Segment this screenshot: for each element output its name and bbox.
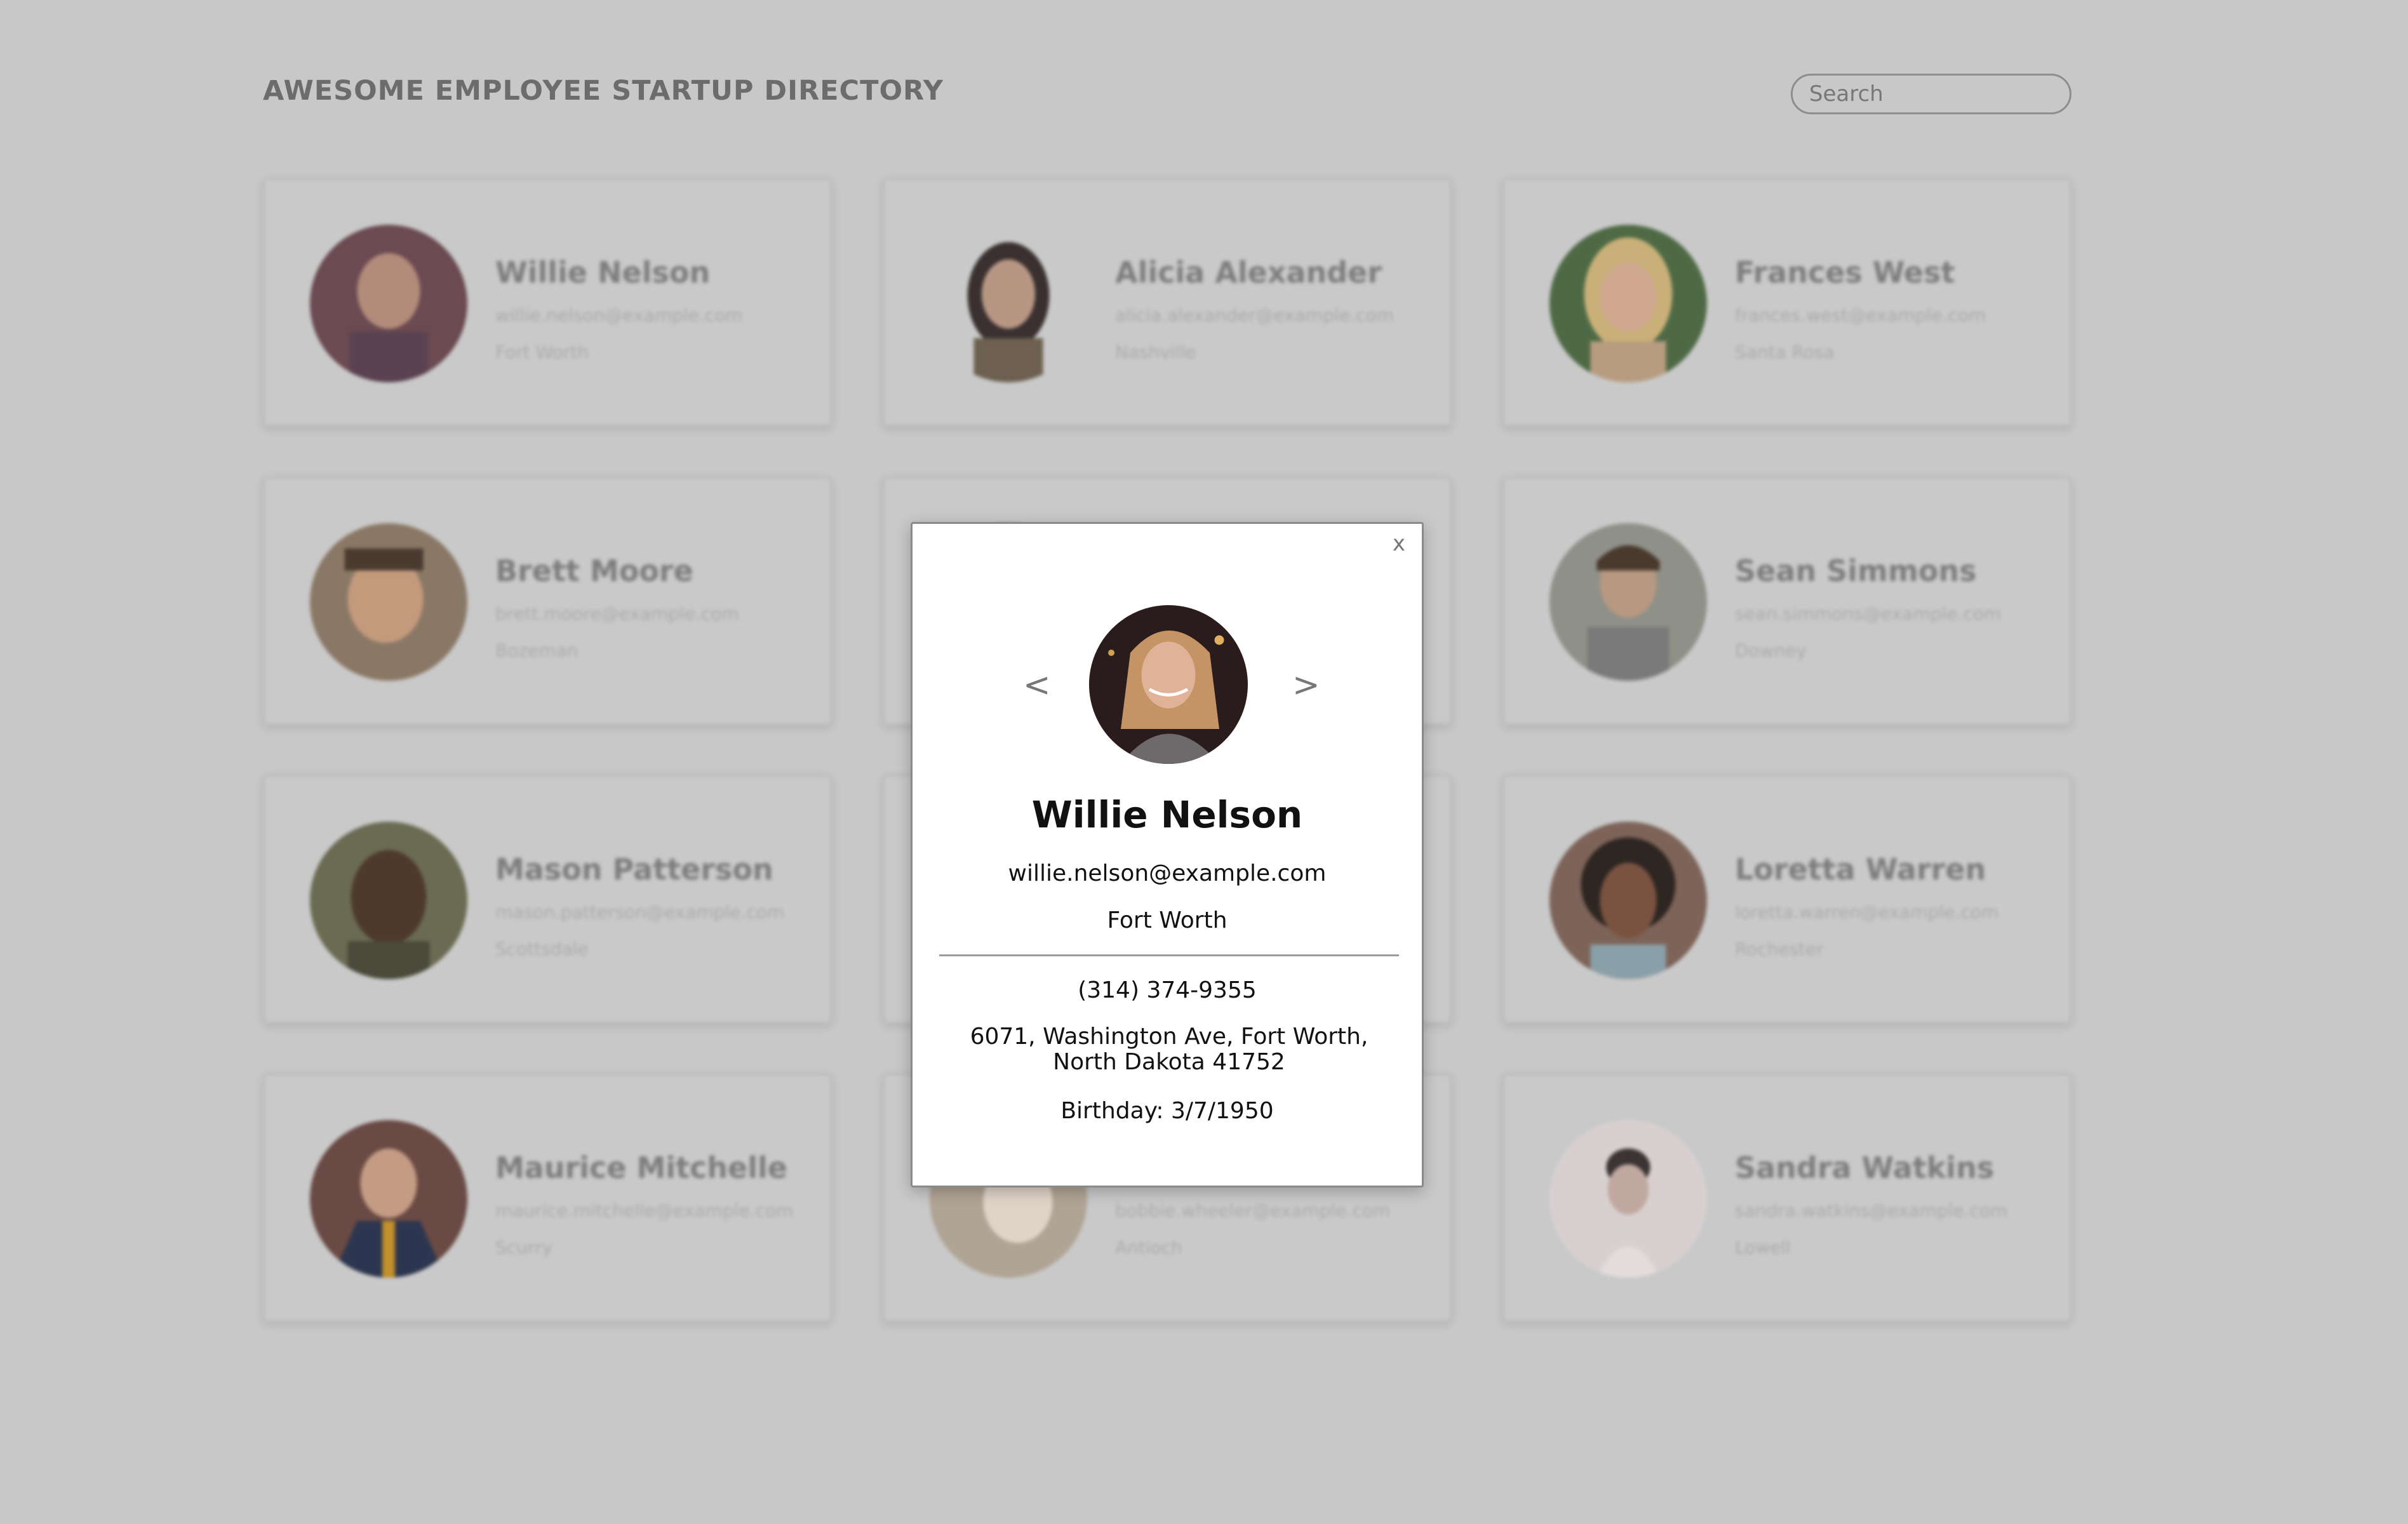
employee-avatar (1549, 523, 1707, 681)
next-employee-button[interactable]: > (1292, 669, 1320, 702)
employee-name: Willie Nelson (495, 255, 711, 290)
employee-city: Bozeman (495, 640, 579, 661)
employee-email: sandra.watkins@example.com (1735, 1200, 2008, 1221)
employee-city: Fort Worth (1107, 907, 1227, 933)
employee-card[interactable]: Loretta Warren loretta.warren@example.co… (1502, 775, 2071, 1024)
employee-name: Brett Moore (495, 554, 693, 588)
employee-email: maurice.mitchelle@example.com (495, 1200, 794, 1221)
employee-card[interactable]: Willie Nelson willie.nelson@example.com … (263, 178, 832, 427)
employee-email: frances.west@example.com (1735, 305, 1986, 326)
employee-card[interactable]: Maurice Mitchelle maurice.mitchelle@exam… (263, 1073, 832, 1322)
employee-avatar (310, 225, 467, 382)
employee-email: loretta.warren@example.com (1735, 902, 1999, 923)
employee-name: Loretta Warren (1735, 852, 1986, 886)
employee-card[interactable]: Sandra Watkins sandra.watkins@example.co… (1502, 1073, 2071, 1322)
employee-card[interactable]: Brett Moore brett.moore@example.com Boze… (263, 476, 832, 725)
employee-avatar (310, 523, 467, 681)
directory-page: AWESOME EMPLOYEE STARTUP DIRECTORY Willi… (0, 0, 2408, 1524)
employee-email: mason.patterson@example.com (495, 902, 785, 923)
employee-avatar (310, 822, 467, 979)
close-button[interactable]: x (1393, 533, 1405, 554)
employee-email: bobbie.wheeler@example.com (1115, 1200, 1391, 1221)
employee-email: willie.nelson@example.com (1008, 860, 1327, 886)
employee-city: Scurry (495, 1237, 553, 1258)
employee-detail-modal: x < > Willie Nelson willie.nelson@exampl… (911, 522, 1424, 1187)
employee-name: Willie Nelson (1031, 793, 1303, 836)
employee-name: Maurice Mitchelle (495, 1151, 787, 1185)
employee-city: Santa Rosa (1735, 342, 1835, 363)
employee-card[interactable]: Mason Patterson mason.patterson@example.… (263, 775, 832, 1024)
employee-card[interactable]: Frances West frances.west@example.com Sa… (1502, 178, 2071, 427)
employee-card[interactable]: Alicia Alexander alicia.alexander@exampl… (883, 178, 1452, 427)
employee-avatar (1549, 822, 1707, 979)
employee-card[interactable]: Sean Simmons sean.simmons@example.com Do… (1502, 476, 2071, 725)
employee-city: Lowell (1735, 1237, 1791, 1258)
employee-name: Frances West (1735, 255, 1955, 290)
employee-city: Scottsdale (495, 939, 589, 959)
employee-name: Mason Patterson (495, 852, 773, 886)
employee-name: Sean Simmons (1735, 554, 1977, 588)
page-title: AWESOME EMPLOYEE STARTUP DIRECTORY (263, 75, 944, 107)
employee-email: brett.moore@example.com (495, 603, 739, 624)
employee-email: sean.simmons@example.com (1735, 603, 2002, 624)
search-input[interactable] (1791, 74, 2071, 114)
employee-city: Nashville (1115, 342, 1196, 363)
employee-avatar (1549, 225, 1707, 382)
employee-email: alicia.alexander@example.com (1115, 305, 1394, 326)
employee-phone: (314) 374-9355 (1078, 977, 1257, 1003)
employee-address: 6071, Washington Ave, Fort Worth, North … (970, 1024, 1368, 1075)
employee-email: willie.nelson@example.com (495, 305, 743, 326)
employee-city: Rochester (1735, 939, 1824, 959)
header: AWESOME EMPLOYEE STARTUP DIRECTORY (263, 71, 2071, 117)
employee-avatar (1089, 605, 1248, 764)
employee-city: Antioch (1115, 1237, 1182, 1258)
employee-name: Alicia Alexander (1115, 255, 1382, 290)
employee-city: Fort Worth (495, 342, 589, 363)
employee-avatar (930, 225, 1087, 382)
previous-employee-button[interactable]: < (1023, 669, 1051, 702)
employee-avatar (1549, 1120, 1707, 1278)
employee-city: Downey (1735, 640, 1807, 661)
employee-birthday: Birthday: 3/7/1950 (1060, 1098, 1274, 1124)
employee-avatar (310, 1120, 467, 1278)
employee-name: Sandra Watkins (1735, 1151, 1995, 1185)
divider (939, 954, 1399, 956)
